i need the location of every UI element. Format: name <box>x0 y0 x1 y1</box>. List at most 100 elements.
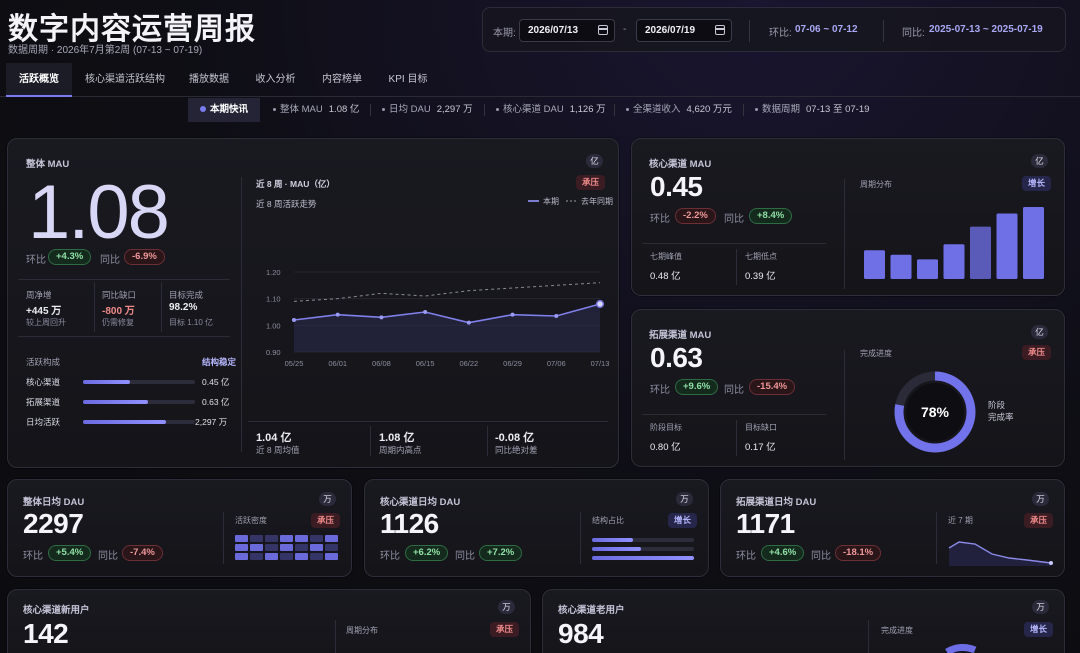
share-bar-fill <box>592 547 641 551</box>
struct-bar <box>83 380 195 384</box>
end-date-input[interactable]: 2026/07/19 <box>636 19 732 42</box>
struct-value: 0.63 亿 <box>202 397 230 407</box>
yoy-pill: +7.2% <box>479 545 523 561</box>
x-tick-label: 06/01 <box>328 359 347 368</box>
struct-bar <box>83 420 195 424</box>
divider <box>749 20 750 42</box>
stat-value: -800 万 <box>102 306 135 317</box>
divider <box>844 350 845 460</box>
card-title: 核心渠道新用户 <box>23 605 90 616</box>
share-bar-fill <box>592 538 633 542</box>
dist-bar <box>970 226 991 279</box>
dot-icon <box>626 107 629 111</box>
footer-label: 周期内高点 <box>379 445 422 455</box>
mom-label: 环比 <box>380 551 400 562</box>
low-value: 0.39 亿 <box>745 271 776 282</box>
start-date-value: 2026/07/13 <box>528 25 579 36</box>
density-cell <box>265 535 278 542</box>
struct-value: 0.45 亿 <box>202 377 230 387</box>
series-area-current <box>294 304 600 352</box>
mom-pill: +4.3% <box>48 249 92 265</box>
core-mau-card: 核心渠道 MAU 亿 0.45 环比 -2.2% 同比 +8.4% 七期峰值 0… <box>631 138 1065 296</box>
calendar-icon[interactable] <box>715 25 725 35</box>
stat-sub: 仍需修复 <box>102 318 134 327</box>
x-tick-label: 06/15 <box>416 359 435 368</box>
dist-bar <box>917 259 938 279</box>
tab-kpi[interactable]: KPI 目标 <box>380 63 436 97</box>
stat-sub: 较上周回升 <box>26 318 66 327</box>
tab-core-structure[interactable]: 核心渠道活跃结构 <box>80 63 170 97</box>
gap-value: 0.17 亿 <box>745 442 776 453</box>
card-title: 整体日均 DAU <box>23 497 85 508</box>
share-bar <box>592 556 694 560</box>
dist-bar <box>864 250 885 279</box>
side-label: 结构占比 <box>592 516 624 525</box>
data-point <box>423 310 428 314</box>
share-bar <box>592 538 694 542</box>
x-tick-label: 07/13 <box>591 359 610 368</box>
gap-label: 目标缺口 <box>745 423 777 432</box>
overall-mau-value: 1.08 <box>28 170 170 255</box>
density-cell <box>325 544 338 551</box>
divider <box>736 420 737 456</box>
struct-tag: 结构稳定 <box>202 357 237 367</box>
tab-content-rank[interactable]: 内容榜单 <box>314 63 370 97</box>
density-cell <box>265 553 278 560</box>
divider <box>18 279 230 280</box>
activity-density-grid <box>235 535 339 565</box>
date-range-dash: - <box>623 24 627 35</box>
calendar-icon[interactable] <box>598 25 608 35</box>
page-subtitle: 数据周期 · 2026年7月第2周 (07-13 ~ 07-19) <box>8 45 203 56</box>
mom-label: 环比 <box>650 214 670 225</box>
stat-value: +445 万 <box>26 306 62 317</box>
density-cell <box>310 535 323 542</box>
progress-label: 完成进度 <box>860 349 892 358</box>
dot-icon <box>382 107 385 111</box>
struct-label: 拓展渠道 <box>26 397 61 407</box>
mom-label: 环比 <box>23 551 43 562</box>
yoy-label: 同比 <box>724 214 744 225</box>
side-tag: 承压 <box>311 513 341 528</box>
start-date-input[interactable]: 2026/07/13 <box>519 19 615 42</box>
side-label: 近 7 期 <box>948 516 973 525</box>
tab-bar: 活跃概览 核心渠道活跃结构 播放数据 收入分析 内容榜单 KPI 目标 <box>0 63 1080 97</box>
unit-badge: 万 <box>1032 600 1049 614</box>
stat-label: 同比缺口 <box>102 290 137 300</box>
yoy-pill: -18.1% <box>835 545 882 561</box>
sparkline-chart <box>948 541 1053 566</box>
divider <box>248 421 608 422</box>
ticker-label: 整体 MAU <box>280 104 323 115</box>
dot-icon <box>755 107 758 111</box>
card-title: 核心渠道老用户 <box>558 605 625 616</box>
density-cell <box>250 544 263 551</box>
peak-label: 七期峰值 <box>650 252 682 261</box>
divider <box>868 620 869 653</box>
density-cell <box>295 535 308 542</box>
ticker-item: 整体 MAU 1.08 亿 <box>266 98 359 122</box>
yoy-pill: -7.4% <box>122 545 163 561</box>
density-cell <box>280 535 293 542</box>
yoy-pill: +8.4% <box>749 208 793 224</box>
data-point <box>335 312 340 317</box>
yoy-pill: -15.4% <box>749 379 796 395</box>
tab-playback[interactable]: 播放数据 <box>180 63 238 97</box>
dot-icon <box>496 107 499 111</box>
core-old-value: 984 <box>558 618 604 649</box>
density-cell <box>325 553 338 560</box>
card-title: 整体 MAU <box>26 159 70 170</box>
divider <box>487 426 488 456</box>
core-new-users-card: 核心渠道新用户 万 142 周期分布 承压 <box>7 589 531 653</box>
mau-trend-chart: 本期 去年同期 1.20 1.10 1.00 0.90 05/25 06/01 06/08 06/… <box>266 196 613 368</box>
divider <box>642 243 826 244</box>
density-cell <box>235 544 248 551</box>
core-dist-chart <box>864 207 1044 279</box>
dist-bar <box>996 213 1018 279</box>
card-title: 拓展渠道 MAU <box>649 330 712 341</box>
tab-revenue[interactable]: 收入分析 <box>248 63 303 97</box>
stat-label: 目标完成 <box>169 290 204 300</box>
tab-overview[interactable]: 活跃概览 <box>6 63 72 97</box>
date-filter-bar: 本期: 2026/07/13 - 2026/07/19 环比: 07-06 ~ … <box>482 7 1066 52</box>
dau-ext-value: 1171 <box>736 508 795 539</box>
yoy-label: 同比 <box>100 255 120 266</box>
x-tick-label: 06/22 <box>459 359 478 368</box>
